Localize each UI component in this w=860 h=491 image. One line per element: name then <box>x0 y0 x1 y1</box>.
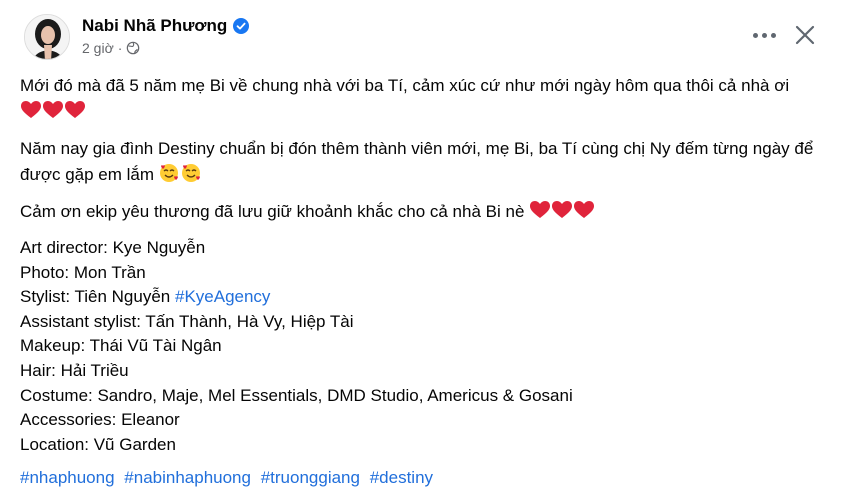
post-paragraph: Mới đó mà đã 5 năm mẹ Bi về chung nhà vớ… <box>20 73 830 128</box>
credit-text: Stylist: Tiên Nguyễn <box>20 287 171 307</box>
heart-emoji-icons <box>529 200 595 228</box>
hashtag-link[interactable]: #destiny <box>370 468 433 487</box>
credit-line: Hair: Hải Triều <box>20 360 129 380</box>
more-options-icon-dot <box>761 32 767 38</box>
credits-list: Art director: Kye Nguyễn Photo: Mon Trần… <box>20 236 830 457</box>
paragraph-text: Mới đó mà đã 5 năm mẹ Bi về chung nhà vớ… <box>20 76 790 95</box>
avatar[interactable] <box>24 14 70 60</box>
facebook-post: Nabi Nhã Phương 2 giờ · Mới đó mà đã 5 n… <box>0 0 860 490</box>
credit-line: Costume: Sandro, Maje, Mel Essentials, D… <box>20 385 573 405</box>
globe-icon[interactable] <box>126 41 140 55</box>
credit-line: Photo: Mon Trần <box>20 262 146 282</box>
heart-emoji-icons <box>20 100 86 128</box>
credit-line: Accessories: Eleanor <box>20 410 180 430</box>
credit-line: Assistant stylist: Tấn Thành, Hà Vy, Hiệ… <box>20 311 354 331</box>
hashtag-row: #nhaphuong #nabinhaphuong #truonggiang #… <box>20 465 830 491</box>
more-options-icon <box>752 32 758 38</box>
paragraph-text: Cảm ơn ekip yêu thương đã lưu giữ khoảnh… <box>20 202 525 221</box>
author-name-text[interactable]: Nabi Nhã Phương <box>82 16 227 36</box>
hashtag-link[interactable]: #nhaphuong <box>20 468 115 487</box>
more-options-button[interactable] <box>746 20 782 50</box>
verified-badge-icon <box>233 18 250 34</box>
post-header: Nabi Nhã Phương 2 giờ · <box>20 12 850 62</box>
post-time[interactable]: 2 giờ <box>82 40 114 56</box>
kyeagency-tag-link[interactable]: #KyeAgency <box>175 287 270 306</box>
paragraph-text: Năm nay gia đình Destiny chuẩn bị đón th… <box>20 139 814 184</box>
author-name[interactable]: Nabi Nhã Phương <box>82 16 250 36</box>
post-content: Mới đó mà đã 5 năm mẹ Bi về chung nhà vớ… <box>20 73 830 491</box>
post-paragraph: Năm nay gia đình Destiny chuẩn bị đón th… <box>20 136 830 191</box>
more-options-icon-dot <box>770 32 776 38</box>
credit-line: Art director: Kye Nguyễn <box>20 238 206 257</box>
smiling-face-with-hearts-emoji-icons <box>159 163 203 191</box>
hashtag-link[interactable]: #truonggiang <box>261 468 360 487</box>
post-paragraph: Cảm ơn ekip yêu thương đã lưu giữ khoảnh… <box>20 199 830 228</box>
credit-line: Location: Vũ Garden <box>20 434 176 454</box>
close-icon <box>795 25 815 45</box>
meta-separator: · <box>117 40 123 56</box>
hashtag-link[interactable]: #nabinhaphuong <box>124 468 251 487</box>
post-meta: 2 giờ · <box>82 40 140 56</box>
credit-line: Makeup: Thái Vũ Tài Ngân <box>20 336 222 356</box>
credit-line: Stylist: Tiên Nguyễn #KyeAgency <box>20 285 830 310</box>
close-button[interactable] <box>788 18 822 52</box>
